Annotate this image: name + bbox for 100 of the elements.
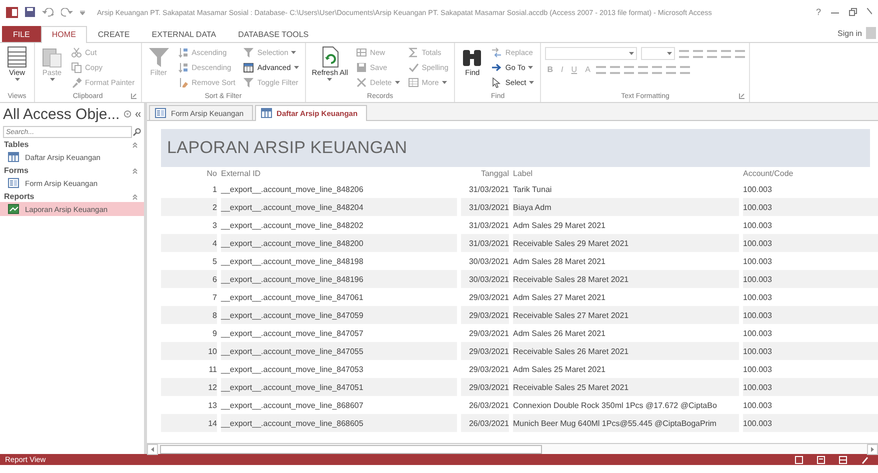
table-cell-text: 29/03/2021 bbox=[468, 328, 509, 340]
caret-icon bbox=[529, 80, 534, 84]
table-cell: 12 bbox=[161, 378, 217, 396]
group-header[interactable]: Tables bbox=[4, 140, 29, 149]
table-cell-text: __export__.account_move_line_847053 bbox=[221, 364, 364, 376]
table-cell: __export__.account_move_line_848204 bbox=[221, 198, 457, 216]
table-cell-text: Adm Sales 27 Maret 2021 bbox=[513, 292, 606, 304]
eraser-sort-icon bbox=[178, 76, 189, 88]
table-cell: 8 bbox=[161, 306, 217, 324]
table-cell-text: Tarik Tunai bbox=[513, 184, 553, 196]
table-cell-text: 11 bbox=[208, 364, 217, 376]
table-cell-text: 100.003 bbox=[743, 400, 773, 412]
file-tab[interactable]: FILE bbox=[2, 26, 41, 42]
filter-table-icon bbox=[243, 62, 254, 72]
collapse-icon[interactable] bbox=[134, 110, 141, 118]
pane-title: All Access Obje... bbox=[3, 106, 120, 122]
form-icon bbox=[155, 108, 166, 118]
table-cell-text: 100.003 bbox=[743, 184, 773, 196]
app-logo-icon bbox=[6, 6, 18, 18]
table-icon bbox=[8, 152, 19, 162]
launcher-icon[interactable] bbox=[130, 93, 137, 99]
scissors-icon bbox=[71, 46, 82, 58]
caret-icon bbox=[327, 78, 332, 81]
table-cell: Receivable Sales 28 Maret 2021 bbox=[513, 270, 739, 288]
close-icon[interactable] bbox=[867, 8, 872, 16]
funnel-icon bbox=[243, 76, 254, 88]
help-button[interactable]: ? bbox=[816, 7, 821, 17]
table-cell-text: __export__.account_move_line_847057 bbox=[221, 328, 364, 340]
funnel-icon bbox=[243, 46, 254, 58]
table-cell-text: Adm Sales 28 Maret 2021 bbox=[513, 256, 606, 268]
table-cell: 100.003 bbox=[743, 306, 878, 324]
table-cell-text: 29/03/2021 bbox=[468, 292, 509, 304]
collapse-icon[interactable] bbox=[132, 168, 138, 174]
right-arrow-icon[interactable] bbox=[871, 446, 874, 452]
table-cell-text: Adm Sales 25 Maret 2021 bbox=[513, 364, 606, 376]
form-icon bbox=[8, 178, 19, 188]
table-cell-text: 29/03/2021 bbox=[468, 364, 509, 376]
restore-icon[interactable] bbox=[849, 8, 857, 16]
save-icon[interactable] bbox=[25, 7, 35, 17]
table-cell: 2 bbox=[161, 198, 217, 216]
table-cell: 14 bbox=[161, 414, 217, 432]
table-cell-text: 31/03/2021 bbox=[468, 184, 509, 196]
sign-in-link[interactable]: Sign in bbox=[838, 28, 862, 38]
caret-icon bbox=[294, 66, 299, 68]
table-cell-text: 100.003 bbox=[743, 256, 773, 268]
cursor-icon bbox=[491, 76, 502, 88]
table-cell-text: 26/03/2021 bbox=[468, 400, 509, 412]
report-icon bbox=[8, 204, 19, 214]
table-cell: Receivable Sales 26 Maret 2021 bbox=[513, 342, 739, 360]
table-cell-text: 30/03/2021 bbox=[468, 256, 509, 268]
left-arrow-icon[interactable] bbox=[151, 446, 154, 452]
table-cell-text: 100.003 bbox=[743, 292, 773, 304]
collapse-icon[interactable] bbox=[132, 142, 138, 148]
column-header: External ID bbox=[221, 168, 262, 180]
table-cell-text: 7 bbox=[212, 292, 217, 304]
table-cell: 6 bbox=[161, 270, 217, 288]
table-cell: __export__.account_move_line_847055 bbox=[221, 342, 457, 360]
launcher-icon[interactable] bbox=[739, 93, 746, 99]
table-cell-text: Adm Sales 26 Maret 2021 bbox=[513, 328, 606, 340]
replace-icon bbox=[491, 46, 502, 58]
table-cell: 29/03/2021 bbox=[461, 306, 509, 324]
table-cell: 10 bbox=[161, 342, 217, 360]
ribbon-tab[interactable]: CREATE bbox=[86, 26, 141, 42]
table-cell: __export__.account_move_line_868605 bbox=[221, 414, 457, 432]
table-cell-text: Connexion Double Rock 350ml 1Pcs @17.672 @CiptaBo bbox=[513, 400, 718, 412]
table-cell: 100.003 bbox=[743, 342, 878, 360]
caret-icon bbox=[50, 78, 54, 81]
ribbon-tab[interactable]: EXTERNAL DATA bbox=[140, 26, 228, 42]
report-view-icon[interactable] bbox=[795, 456, 803, 464]
table-cell: 31/03/2021 bbox=[461, 198, 509, 216]
table-cell-text: 100.003 bbox=[743, 220, 773, 232]
collapse-icon[interactable] bbox=[132, 194, 138, 200]
dropdown-circle-icon[interactable] bbox=[124, 110, 131, 118]
ribbon-tab[interactable]: HOME bbox=[40, 26, 87, 43]
group-header[interactable]: Forms bbox=[4, 166, 28, 175]
arrow-icon bbox=[491, 62, 502, 72]
table-cell: Biaya Adm bbox=[513, 198, 739, 216]
group-header[interactable]: Reports bbox=[4, 192, 34, 201]
table-row-icon bbox=[356, 46, 368, 58]
sigma-icon bbox=[408, 46, 419, 58]
table-cell-text: Adm Sales 29 Maret 2021 bbox=[513, 220, 606, 232]
table-cell: 100.003 bbox=[743, 414, 878, 432]
clipboard-icon bbox=[41, 46, 63, 68]
table-cell: __export__.account_move_line_847051 bbox=[221, 378, 457, 396]
table-cell-text: 1 bbox=[212, 184, 217, 196]
customize-icon[interactable] bbox=[80, 10, 85, 14]
redo-icon[interactable] bbox=[61, 8, 73, 16]
table-cell: Receivable Sales 27 Maret 2021 bbox=[513, 306, 739, 324]
ribbon-tab[interactable]: DATABASE TOOLS bbox=[227, 26, 320, 42]
print-preview-icon[interactable] bbox=[817, 456, 825, 464]
table-cell: 100.003 bbox=[743, 270, 878, 288]
layout-view-icon[interactable] bbox=[839, 456, 847, 464]
table-cell-text: __export__.account_move_line_848206 bbox=[221, 184, 364, 196]
sort-icon bbox=[178, 46, 189, 58]
table-cell-text: __export__.account_move_line_847061 bbox=[221, 292, 364, 304]
horizontal-scrollbar[interactable] bbox=[147, 443, 878, 454]
table-cell: 100.003 bbox=[743, 378, 878, 396]
check-icon bbox=[408, 62, 419, 72]
undo-icon[interactable] bbox=[42, 8, 54, 16]
table-cell: 4 bbox=[161, 234, 217, 252]
